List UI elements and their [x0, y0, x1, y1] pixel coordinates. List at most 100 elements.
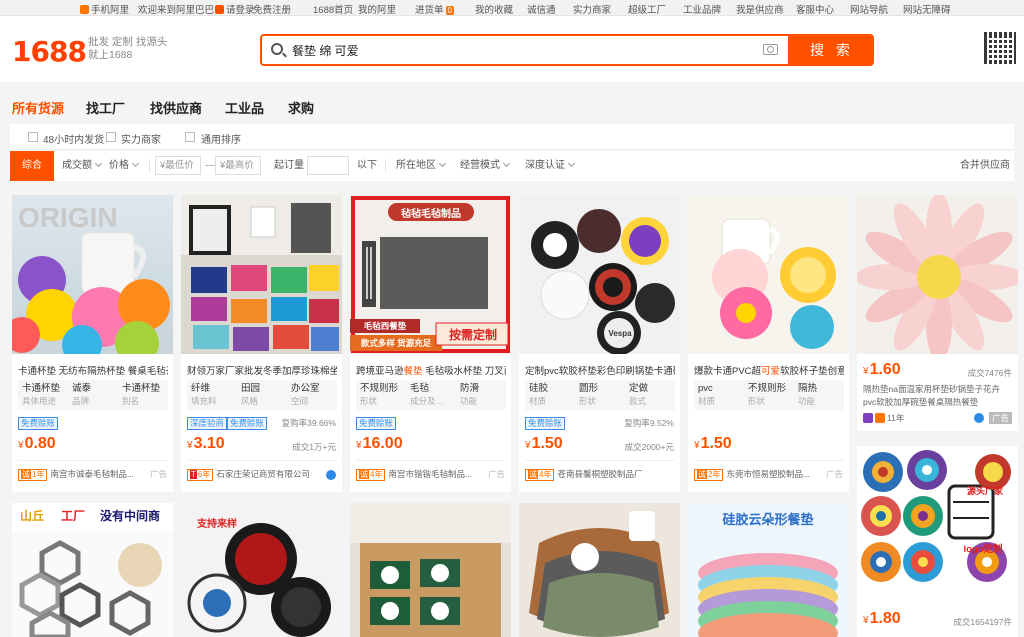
- shop-badge-icon: 诚: [528, 470, 538, 479]
- max-price-input[interactable]: ¥最高价: [215, 156, 261, 175]
- product-card[interactable]: 支持来样: [181, 503, 342, 637]
- product-card[interactable]: 毡毡毛毡制品 毛毡西餐垫 款式多样 货源充足 按需定制 跨境亚马逊餐垫 毛毡吸水…: [350, 195, 511, 492]
- search-button[interactable]: 搜 索: [790, 34, 874, 66]
- attr-key: 空间: [291, 396, 309, 406]
- shop-name[interactable]: 诚 2年 东莞市恒易塑胶制品...: [694, 468, 844, 482]
- min-price-input[interactable]: ¥最低价: [155, 156, 201, 175]
- home-link[interactable]: 1688首页: [313, 2, 353, 16]
- product-image[interactable]: 毡毡毛毡制品 毛毡西餐垫 款式多样 货源充足 按需定制: [350, 195, 511, 354]
- price-dash: —: [205, 160, 215, 171]
- product-title[interactable]: 跨境亚马逊餐垫 毛毡吸水杯垫 刀叉西: [356, 363, 506, 377]
- shop-badge-icon: 诚: [21, 470, 31, 479]
- login-link[interactable]: 请登录: [215, 2, 255, 16]
- attr-value: pvc: [698, 383, 713, 394]
- strong-merchant-link[interactable]: 实力商家: [573, 2, 611, 16]
- product-image[interactable]: [350, 503, 511, 637]
- register-link[interactable]: 免费注册: [253, 2, 291, 16]
- title-highlight: 餐垫: [403, 366, 423, 377]
- product-image[interactable]: 山丘 工厂 没有中间商: [12, 503, 173, 637]
- tab-industrial[interactable]: 工业品: [225, 98, 264, 117]
- search-input[interactable]: 餐垫 绵 可爱: [292, 42, 359, 59]
- product-card[interactable]: [519, 503, 680, 637]
- shop-label: 南宫市诚泰毛毡制品...: [50, 469, 135, 479]
- tab-all-sources[interactable]: 所有货源: [12, 98, 64, 117]
- product-attributes: 硅胶 材质 圆形 形状 定做 款式: [525, 380, 675, 410]
- camera-icon[interactable]: [763, 44, 778, 55]
- accessibility-link[interactable]: 网站无障碍: [903, 2, 951, 16]
- product-card[interactable]: 硅胶云朵形餐垫: [688, 503, 849, 637]
- product-title[interactable]: 爆款卡通PVC超可爱软胶杯子垫创意: [694, 363, 844, 377]
- merge-supplier[interactable]: 合并供应商: [960, 151, 1010, 181]
- product-title[interactable]: 隔热垫na面温家用杯垫砂锅垫子花卉pvc软胶加厚碗垫餐桌隔热餐垫: [863, 383, 1013, 409]
- moq-input[interactable]: [307, 156, 349, 175]
- attr-value: 隔热: [798, 383, 818, 394]
- product-card[interactable]: [350, 503, 511, 637]
- industrial-brand-link[interactable]: 工业品牌: [683, 2, 721, 16]
- product-card[interactable]: ¥1.60 成交7476件 隔热垫na面温家用杯垫砂锅垫子花卉pvc软胶加厚碗垫…: [857, 195, 1018, 431]
- mode-dropdown[interactable]: 经营模式: [460, 151, 511, 181]
- region-dropdown[interactable]: 所在地区: [396, 151, 447, 181]
- checkbox-strong-merchant[interactable]: [106, 132, 116, 142]
- sales-volume: 成交7476件: [967, 368, 1012, 378]
- certify-label: 深度认证: [525, 160, 565, 171]
- certify-dropdown[interactable]: 深度认证: [525, 151, 576, 181]
- product-title[interactable]: 卡通杯垫 无纺布隔热杯垫 餐桌毛毡茶: [18, 363, 168, 377]
- shop-label: 南宫市锴锴毛毡制品...: [388, 469, 473, 479]
- image-logo-custom: logo定制: [963, 544, 1003, 555]
- chengxintong-link[interactable]: 诚信通: [527, 2, 556, 16]
- product-card[interactable]: ORIGIN 卡通杯垫 无纺布隔热杯垫 餐桌毛毡茶 卡通杯垫 具体用途 诚泰 品牌 …: [12, 195, 173, 492]
- product-image[interactable]: 硅胶云朵形餐垫: [688, 503, 849, 637]
- product-card[interactable]: Vespa 定制pvc软胶杯垫彩色印刷锅垫卡通硅 硅胶 材质 圆形 形状 定做 款式 …: [519, 195, 680, 492]
- favorites-link[interactable]: 我的收藏: [475, 2, 513, 16]
- shop-name[interactable]: T 6年 石家庄荣记商贸有限公司: [187, 468, 337, 482]
- supplier-link[interactable]: 我是供应商: [736, 2, 784, 16]
- sort-volume[interactable]: 成交额: [62, 151, 103, 181]
- product-image[interactable]: 支持来样: [181, 503, 342, 637]
- mobile-ali-link[interactable]: 手机阿里: [80, 2, 129, 16]
- tab-find-supplier[interactable]: 找供应商: [150, 98, 202, 117]
- product-image[interactable]: [688, 195, 849, 354]
- slogan-line1: 批发 定制 找源头: [88, 36, 168, 48]
- chat-icon[interactable]: [326, 470, 336, 480]
- cart-link[interactable]: 进货单 0: [415, 2, 454, 16]
- tab-find-factory[interactable]: 找工厂: [86, 98, 125, 117]
- shop-info[interactable]: 11年: [863, 412, 904, 424]
- shop-name[interactable]: 诚 1年 南宫市诚泰毛毡制品...: [18, 468, 168, 482]
- checkbox-general-sort[interactable]: [185, 132, 195, 142]
- product-image[interactable]: 源头厂家 logo定制: [857, 446, 1018, 605]
- product-title[interactable]: 财领万家厂家批发冬季加厚珍珠棉坐: [187, 363, 337, 377]
- repurchase-rate: 复购率39.66%: [281, 418, 336, 428]
- product-image[interactable]: [181, 195, 342, 354]
- chat-icon[interactable]: [974, 413, 984, 423]
- sort-price[interactable]: 价格: [109, 151, 140, 181]
- shop-name[interactable]: 诚 4年 南宫市锴锴毛毡制品...: [356, 468, 506, 482]
- tab-purchase[interactable]: 求购: [288, 98, 314, 117]
- product-card[interactable]: 财领万家厂家批发冬季加厚珍珠棉坐 纤维 填充料 田园 风格 办公室 空间 深度验商 免…: [181, 195, 342, 492]
- image-slogan: 没有中间商: [99, 509, 160, 523]
- attr-value: 不规则形: [360, 383, 399, 394]
- attr-value: 硅胶: [529, 383, 549, 394]
- logo[interactable]: 1688: [12, 35, 87, 68]
- product-card[interactable]: 山丘 工厂 没有中间商: [12, 503, 173, 637]
- product-image[interactable]: ORIGIN: [12, 195, 173, 354]
- shop-name[interactable]: 诚 4年 苍南县馨桐塑胶制品厂: [525, 468, 675, 482]
- divider: [356, 460, 506, 461]
- qr-code-icon: [984, 32, 1016, 64]
- currency-symbol: ¥: [694, 440, 700, 451]
- product-card[interactable]: 源头厂家 logo定制 ¥1.80 成交1654197件: [857, 446, 1018, 637]
- shop-years-badge: 诚 4年: [525, 469, 555, 481]
- chevron-down-icon: [94, 159, 103, 168]
- my-ali-link[interactable]: 我的阿里: [358, 2, 396, 16]
- sort-comprehensive[interactable]: 综合: [10, 151, 54, 181]
- search-box[interactable]: 餐垫 绵 可爱: [260, 34, 790, 66]
- product-image[interactable]: [519, 503, 680, 637]
- product-image[interactable]: Vespa: [519, 195, 680, 354]
- shop-label: 苍南县馨桐塑胶制品厂: [557, 469, 643, 479]
- checkbox-48h[interactable]: [28, 132, 38, 142]
- super-factory-link[interactable]: 超级工厂: [628, 2, 666, 16]
- service-center-link[interactable]: 客服中心: [796, 2, 834, 16]
- site-nav-link[interactable]: 网站导航: [850, 2, 888, 16]
- product-title[interactable]: 定制pvc软胶杯垫彩色印刷锅垫卡通硅: [525, 363, 675, 377]
- product-image[interactable]: [857, 195, 1018, 354]
- product-card[interactable]: 爆款卡通PVC超可爱软胶杯子垫创意 pvc 材质 不规则形 形状 隔热 功能 ¥1.5…: [688, 195, 849, 492]
